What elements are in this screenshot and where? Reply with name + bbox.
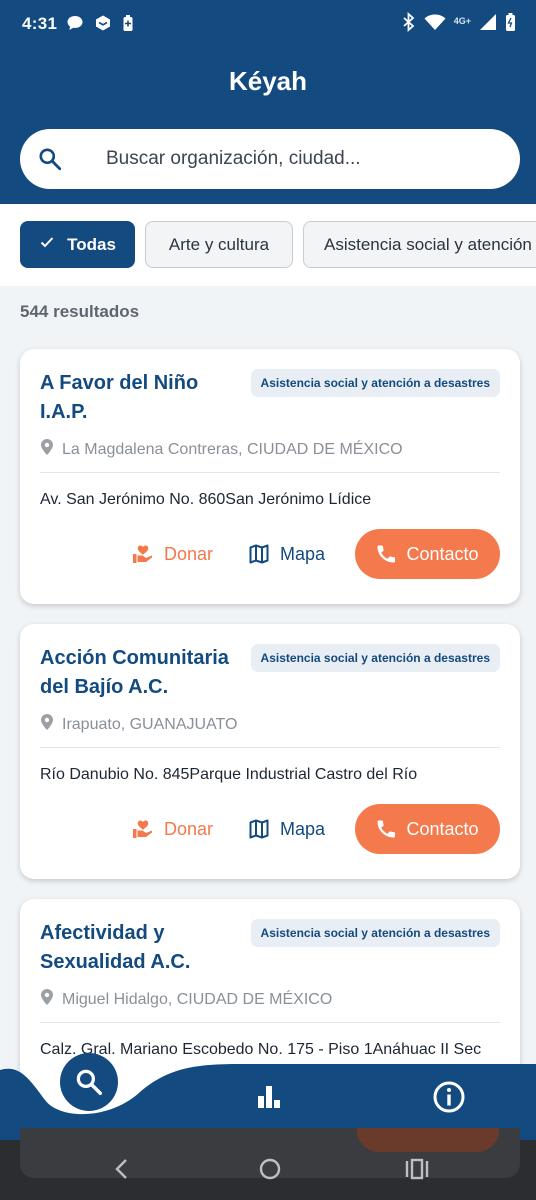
back-icon[interactable] bbox=[112, 1154, 132, 1189]
organization-name: A Favor del Niño I.A.P. bbox=[40, 372, 199, 423]
wifi-icon bbox=[424, 13, 446, 36]
filter-chip-arte-y-cultura[interactable]: Arte y cultura bbox=[145, 221, 293, 268]
contact-label: Contacto bbox=[406, 818, 479, 839]
organization-location: La Magdalena Contreras, CIUDAD DE MÉXICO bbox=[40, 438, 403, 461]
nav-search-button[interactable] bbox=[60, 1053, 118, 1111]
map-button[interactable]: Mapa bbox=[248, 529, 325, 579]
organization-card[interactable]: A Favor del Niño I.A.P. Asistencia socia… bbox=[20, 349, 520, 604]
map-icon bbox=[249, 819, 269, 839]
organization-address: Av. San Jerónimo No. 860San Jerónimo Líd… bbox=[40, 491, 372, 508]
map-button[interactable]: Mapa bbox=[248, 804, 325, 854]
stats-icon bbox=[258, 1086, 280, 1108]
contact-label: Contacto bbox=[406, 543, 479, 564]
battery-saver-icon bbox=[122, 14, 134, 37]
contact-button-peek bbox=[357, 1128, 499, 1152]
location-pin-icon bbox=[40, 713, 54, 736]
location-pin-icon bbox=[40, 988, 54, 1011]
organization-name: Acción Comunitaria del Bajío A.C. bbox=[40, 647, 229, 698]
map-label: Mapa bbox=[280, 543, 326, 564]
check-icon bbox=[39, 234, 55, 255]
filter-chip-asistencia-social[interactable]: Asistencia social y atención bbox=[303, 221, 536, 268]
organization-name: Afectividad y Sexualidad A.C. bbox=[40, 922, 191, 973]
network-type: 4G+ bbox=[453, 15, 471, 26]
location-text: Irapuato, GUANAJUATO bbox=[62, 715, 238, 733]
app-title: Kéyah bbox=[228, 66, 308, 96]
app-header: Kéyah bbox=[0, 48, 536, 204]
location-text: La Magdalena Contreras, CIUDAD DE MÉXICO bbox=[62, 440, 403, 458]
category-badge: Asistencia social y atención a desastres bbox=[250, 919, 500, 947]
recents-icon[interactable] bbox=[404, 1154, 430, 1189]
card-divider bbox=[40, 747, 500, 748]
search-icon bbox=[76, 1069, 102, 1095]
search-bar[interactable] bbox=[20, 129, 520, 189]
search-input[interactable] bbox=[106, 141, 506, 177]
contact-button[interactable]: Contacto bbox=[355, 529, 500, 579]
home-icon[interactable] bbox=[257, 1154, 283, 1189]
phone-icon bbox=[377, 545, 396, 563]
filter-chip-label: Arte y cultura bbox=[168, 234, 270, 254]
battery-icon bbox=[505, 12, 516, 37]
map-label: Mapa bbox=[280, 818, 326, 839]
organization-card[interactable]: Acción Comunitaria del Bajío A.C. Asiste… bbox=[20, 624, 520, 879]
donate-button[interactable]: Donar bbox=[132, 529, 213, 579]
organization-address: Río Danubio No. 845Parque Industrial Cas… bbox=[40, 766, 418, 783]
nav-info-button[interactable] bbox=[432, 1080, 466, 1114]
status-time: 4:31 bbox=[22, 14, 58, 33]
contact-button[interactable]: Contacto bbox=[355, 804, 500, 854]
donate-label: Donar bbox=[164, 818, 214, 839]
location-text: Miguel Hidalgo, CIUDAD DE MÉXICO bbox=[62, 990, 333, 1008]
filter-chip-label: Asistencia social y atención bbox=[324, 234, 532, 254]
status-bar: 4:31 4G+ bbox=[0, 0, 536, 48]
card-divider bbox=[40, 472, 500, 473]
category-badge: Asistencia social y atención a desastres bbox=[250, 644, 500, 672]
results-count: 544 resultados bbox=[20, 302, 140, 321]
organization-location: Miguel Hidalgo, CIUDAD DE MÉXICO bbox=[40, 988, 332, 1011]
category-filter-bar: Todas Arte y cultura Asistencia social y… bbox=[0, 204, 536, 286]
phone-icon bbox=[377, 820, 396, 838]
signal-icon bbox=[479, 13, 497, 36]
info-icon bbox=[433, 1081, 465, 1113]
layer-icon bbox=[94, 14, 112, 37]
map-icon bbox=[249, 544, 269, 564]
card-divider bbox=[40, 1022, 500, 1023]
category-badge: Asistencia social y atención a desastres bbox=[250, 369, 500, 397]
donate-icon bbox=[133, 820, 152, 838]
filter-chip-todas[interactable]: Todas bbox=[20, 221, 135, 268]
organization-location: Irapuato, GUANAJUATO bbox=[40, 713, 237, 736]
bluetooth-icon bbox=[402, 11, 416, 37]
nav-stats-button[interactable] bbox=[253, 1080, 285, 1112]
location-pin-icon bbox=[40, 438, 54, 461]
donate-label: Donar bbox=[164, 543, 214, 564]
search-icon bbox=[37, 146, 63, 177]
organization-address: Calz. Gral. Mariano Escobedo No. 175 - P… bbox=[40, 1041, 482, 1058]
donate-icon bbox=[133, 545, 152, 563]
filter-chip-label: Todas bbox=[67, 234, 116, 254]
chat-icon bbox=[66, 14, 84, 37]
system-navigation-bar bbox=[0, 1128, 536, 1200]
donate-button[interactable]: Donar bbox=[132, 804, 213, 854]
